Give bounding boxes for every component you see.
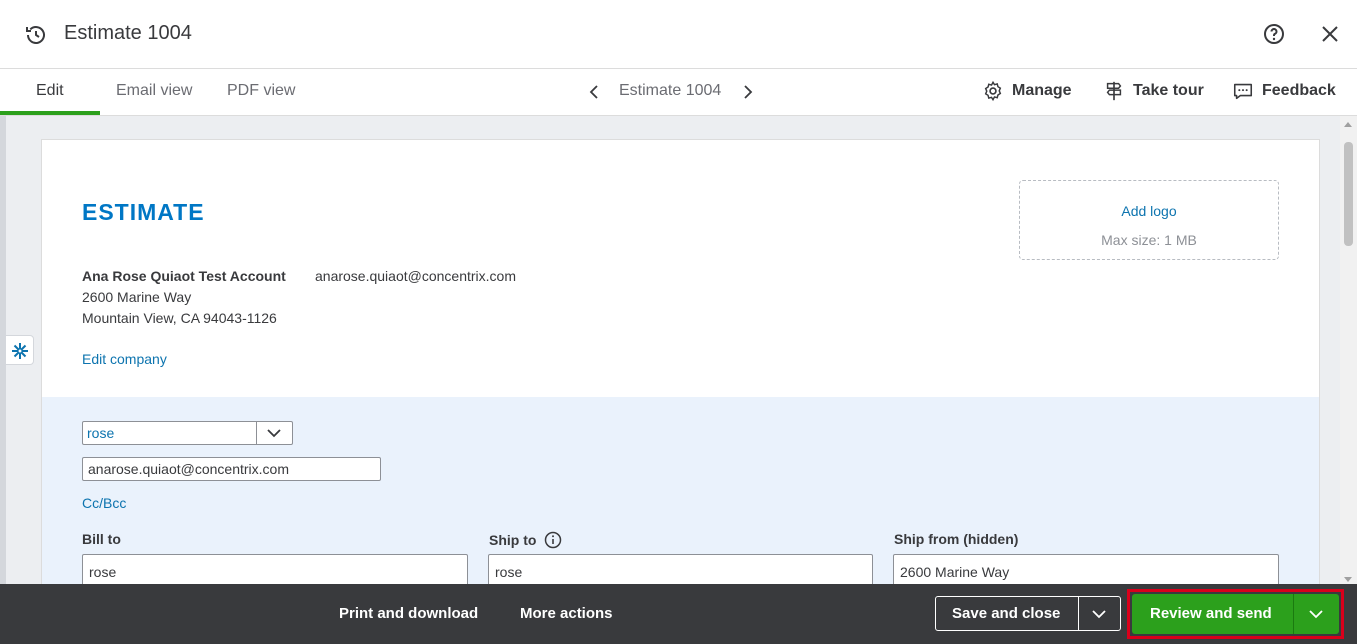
active-tab-indicator (0, 111, 100, 115)
feedback-icon (1233, 83, 1253, 100)
print-and-download-button[interactable]: Print and download (339, 605, 478, 622)
tab-email-view[interactable]: Email view (116, 82, 192, 100)
sparkle-icon (12, 343, 28, 359)
ship-to-label-text: Ship to (489, 532, 537, 548)
scrollbar-thumb[interactable] (1344, 142, 1353, 246)
logo-max-size-note: Max size: 1 MB (1101, 232, 1197, 248)
save-and-close-button[interactable]: Save and close (935, 596, 1121, 631)
history-icon[interactable] (24, 23, 48, 47)
sparkle-assistant-button[interactable] (6, 335, 34, 365)
customer-select-value: rose (87, 425, 115, 441)
ship-from-label-text: Ship from (hidden) (894, 531, 1019, 547)
customer-email-field[interactable] (82, 457, 381, 481)
bill-to-field[interactable]: rose (82, 554, 468, 588)
tour-icon (1106, 81, 1122, 101)
action-footer: Print and download More actions Save and… (0, 584, 1357, 644)
chevron-down-icon[interactable] (265, 426, 283, 440)
company-address-line2: Mountain View, CA 94043-1126 (82, 310, 277, 326)
ship-to-label: Ship to (489, 531, 562, 549)
review-and-send-label: Review and send (1150, 605, 1272, 622)
company-email: anarose.quiaot@concentrix.com (315, 268, 516, 284)
company-address-line1: 2600 Marine Way (82, 289, 192, 305)
ship-to-field[interactable]: rose (488, 554, 873, 588)
tab-pdf-view[interactable]: PDF view (227, 82, 295, 100)
take-tour-button[interactable]: Take tour (1103, 80, 1204, 102)
feedback-label: Feedback (1262, 82, 1336, 99)
page-title: Estimate 1004 (64, 22, 192, 44)
review-and-send-button[interactable]: Review and send (1132, 594, 1339, 634)
add-logo-link[interactable]: Add logo (1019, 203, 1279, 219)
bill-to-label: Bill to (82, 531, 121, 547)
take-tour-label: Take tour (1133, 82, 1204, 99)
company-name: Ana Rose Quiaot Test Account (82, 268, 286, 284)
modal-header: Estimate 1004 (0, 0, 1357, 69)
scroll-down-arrow[interactable] (1344, 577, 1352, 582)
cc-bcc-link[interactable]: Cc/Bcc (82, 495, 126, 511)
manage-button[interactable]: Manage (982, 80, 1072, 102)
ship-from-label: Ship from (hidden) (894, 531, 1018, 547)
gear-icon (984, 80, 1002, 102)
estimate-navigator-label: Estimate 1004 (619, 82, 722, 99)
ship-from-field[interactable]: 2600 Marine Way (893, 554, 1279, 588)
chevron-down-icon[interactable] (1091, 607, 1107, 621)
view-tabs-bar: Edit Email view PDF view Estimate 1004 M… (0, 69, 1357, 116)
manage-label: Manage (1012, 82, 1072, 99)
add-logo-dropzone[interactable] (1019, 180, 1279, 260)
info-icon[interactable] (544, 531, 562, 549)
scroll-up-arrow[interactable] (1344, 122, 1352, 127)
next-estimate-icon[interactable] (742, 83, 754, 101)
close-icon[interactable] (1318, 22, 1342, 46)
select-divider (256, 422, 257, 444)
customer-select[interactable]: rose (82, 421, 293, 445)
previous-estimate-icon[interactable] (588, 83, 600, 101)
document-heading: ESTIMATE (82, 199, 205, 225)
edit-company-link[interactable]: Edit company (82, 351, 167, 367)
chevron-down-icon[interactable] (1308, 607, 1324, 621)
send-button-divider (1293, 594, 1294, 634)
more-actions-button[interactable]: More actions (520, 605, 613, 622)
save-and-close-label: Save and close (952, 605, 1061, 622)
tab-edit[interactable]: Edit (36, 82, 64, 100)
feedback-button[interactable]: Feedback (1232, 80, 1336, 102)
save-button-divider (1078, 597, 1079, 630)
help-icon[interactable] (1262, 22, 1286, 46)
bill-to-label-text: Bill to (82, 531, 121, 547)
